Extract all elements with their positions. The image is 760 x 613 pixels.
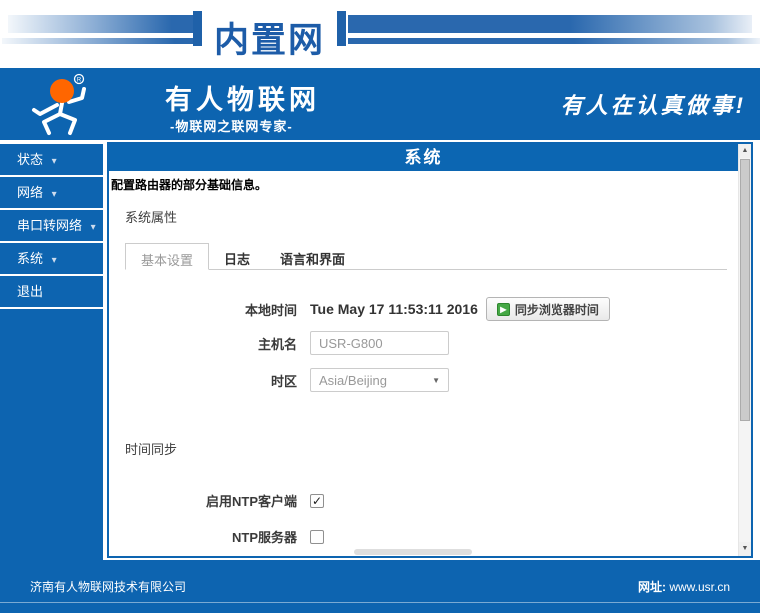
page-intro-text: 配置路由器的部分基础信息。 — [111, 176, 267, 193]
caret-down-icon: ▾ — [52, 255, 57, 266]
caret-down-icon: ▾ — [91, 222, 96, 233]
timezone-selected-value: Asia/Beijing — [319, 373, 387, 388]
scroll-down-button[interactable]: ▼ — [739, 542, 751, 556]
brand-subtitle: -物联网之联网专家- — [170, 116, 293, 135]
vertical-scrollbar-thumb[interactable] — [740, 159, 750, 421]
footer-website-label: 网址: — [638, 580, 666, 594]
usr-logo-icon: R — [20, 72, 92, 141]
footer-divider — [0, 602, 760, 603]
banner-bar-left-thin — [2, 38, 194, 44]
tab-log[interactable]: 日志 — [209, 243, 265, 269]
ntp-server-checkbox[interactable] — [310, 530, 324, 544]
footer-website-url[interactable]: www.usr.cn — [669, 580, 730, 594]
sidebar-item-network[interactable]: 网络 ▾ — [0, 177, 103, 210]
tab-bar: 基本设置 日志 语言和界面 — [125, 243, 727, 270]
app-footer: 济南有人物联网技术有限公司 网址: www.usr.cn — [0, 560, 760, 613]
hostname-input[interactable] — [310, 331, 449, 355]
brand-title: 有人物联网 — [165, 78, 320, 117]
sync-icon: ▶ — [497, 303, 510, 316]
banner-cap-right — [337, 11, 346, 46]
top-banner: 内置网页 — [0, 0, 760, 68]
hostname-label: 主机名 — [111, 334, 297, 353]
tab-language-ui[interactable]: 语言和界面 — [265, 243, 360, 269]
form-row-local-time: 本地时间 Tue May 17 11:53:11 2016 ▶ 同步浏览器时间 — [111, 297, 610, 321]
caret-down-icon: ▾ — [52, 156, 57, 167]
sync-button-label: 同步浏览器时间 — [515, 301, 599, 318]
sync-browser-time-button[interactable]: ▶ 同步浏览器时间 — [486, 297, 610, 321]
sidebar-item-system[interactable]: 系统 ▾ — [0, 243, 103, 276]
form-row-ntp-server: NTP服务器 — [111, 527, 324, 546]
banner-cap-left — [193, 11, 202, 46]
timezone-label: 时区 — [111, 371, 297, 390]
form-row-hostname: 主机名 — [111, 331, 449, 355]
sidebar-item-serial-to-network[interactable]: 串口转网络 ▾ — [0, 210, 103, 243]
page-title: 系统 — [109, 144, 738, 171]
select-caret-icon: ▼ — [432, 376, 440, 385]
app-header: R 有人物联网 -物联网之联网专家- 有人在认真做事! — [0, 68, 760, 140]
ntp-client-checkbox[interactable]: ✓ — [310, 494, 324, 508]
sidebar-nav: 状态 ▾ 网络 ▾ 串口转网络 ▾ 系统 ▾ 退出 — [0, 142, 103, 560]
tab-basic-settings[interactable]: 基本设置 — [125, 243, 209, 270]
ntp-server-label: NTP服务器 — [111, 527, 297, 546]
local-time-value: Tue May 17 11:53:11 2016 — [310, 301, 478, 317]
section-title-time-sync: 时间同步 — [125, 439, 177, 458]
brand-slogan: 有人在认真做事! — [561, 88, 746, 120]
vertical-scrollbar[interactable]: ▲ ▼ — [738, 144, 751, 556]
banner-bar-left — [8, 15, 194, 33]
form-row-ntp-client: 启用NTP客户端 ✓ — [111, 491, 324, 510]
footer-company: 济南有人物联网技术有限公司 — [30, 578, 186, 595]
scroll-up-button[interactable]: ▲ — [739, 144, 751, 158]
sidebar-item-status[interactable]: 状态 ▾ — [0, 144, 103, 177]
ntp-client-label: 启用NTP客户端 — [111, 491, 297, 510]
sidebar-item-logout[interactable]: 退出 — [0, 276, 103, 309]
banner-bar-right — [348, 15, 752, 33]
section-title-system-properties: 系统属性 — [125, 207, 177, 226]
sidebar-item-label: 系统 — [17, 251, 43, 266]
sidebar-item-label: 网络 — [17, 185, 43, 200]
caret-down-icon: ▾ — [52, 189, 57, 200]
sidebar-item-label: 退出 — [17, 284, 43, 299]
main-content: 系统 配置路由器的部分基础信息。 系统属性 基本设置 日志 语言和界面 本地时间… — [107, 142, 753, 558]
footer-website: 网址: www.usr.cn — [638, 578, 730, 595]
sidebar-item-label: 串口转网络 — [17, 218, 82, 233]
svg-text:R: R — [77, 78, 82, 84]
banner-bar-right-thin — [348, 38, 760, 44]
local-time-label: 本地时间 — [111, 300, 297, 319]
sidebar-item-label: 状态 — [17, 152, 43, 167]
form-row-timezone: 时区 Asia/Beijing ▼ — [111, 368, 449, 392]
timezone-select[interactable]: Asia/Beijing ▼ — [310, 368, 449, 392]
horizontal-scrollbar-thumb[interactable] — [354, 549, 472, 555]
